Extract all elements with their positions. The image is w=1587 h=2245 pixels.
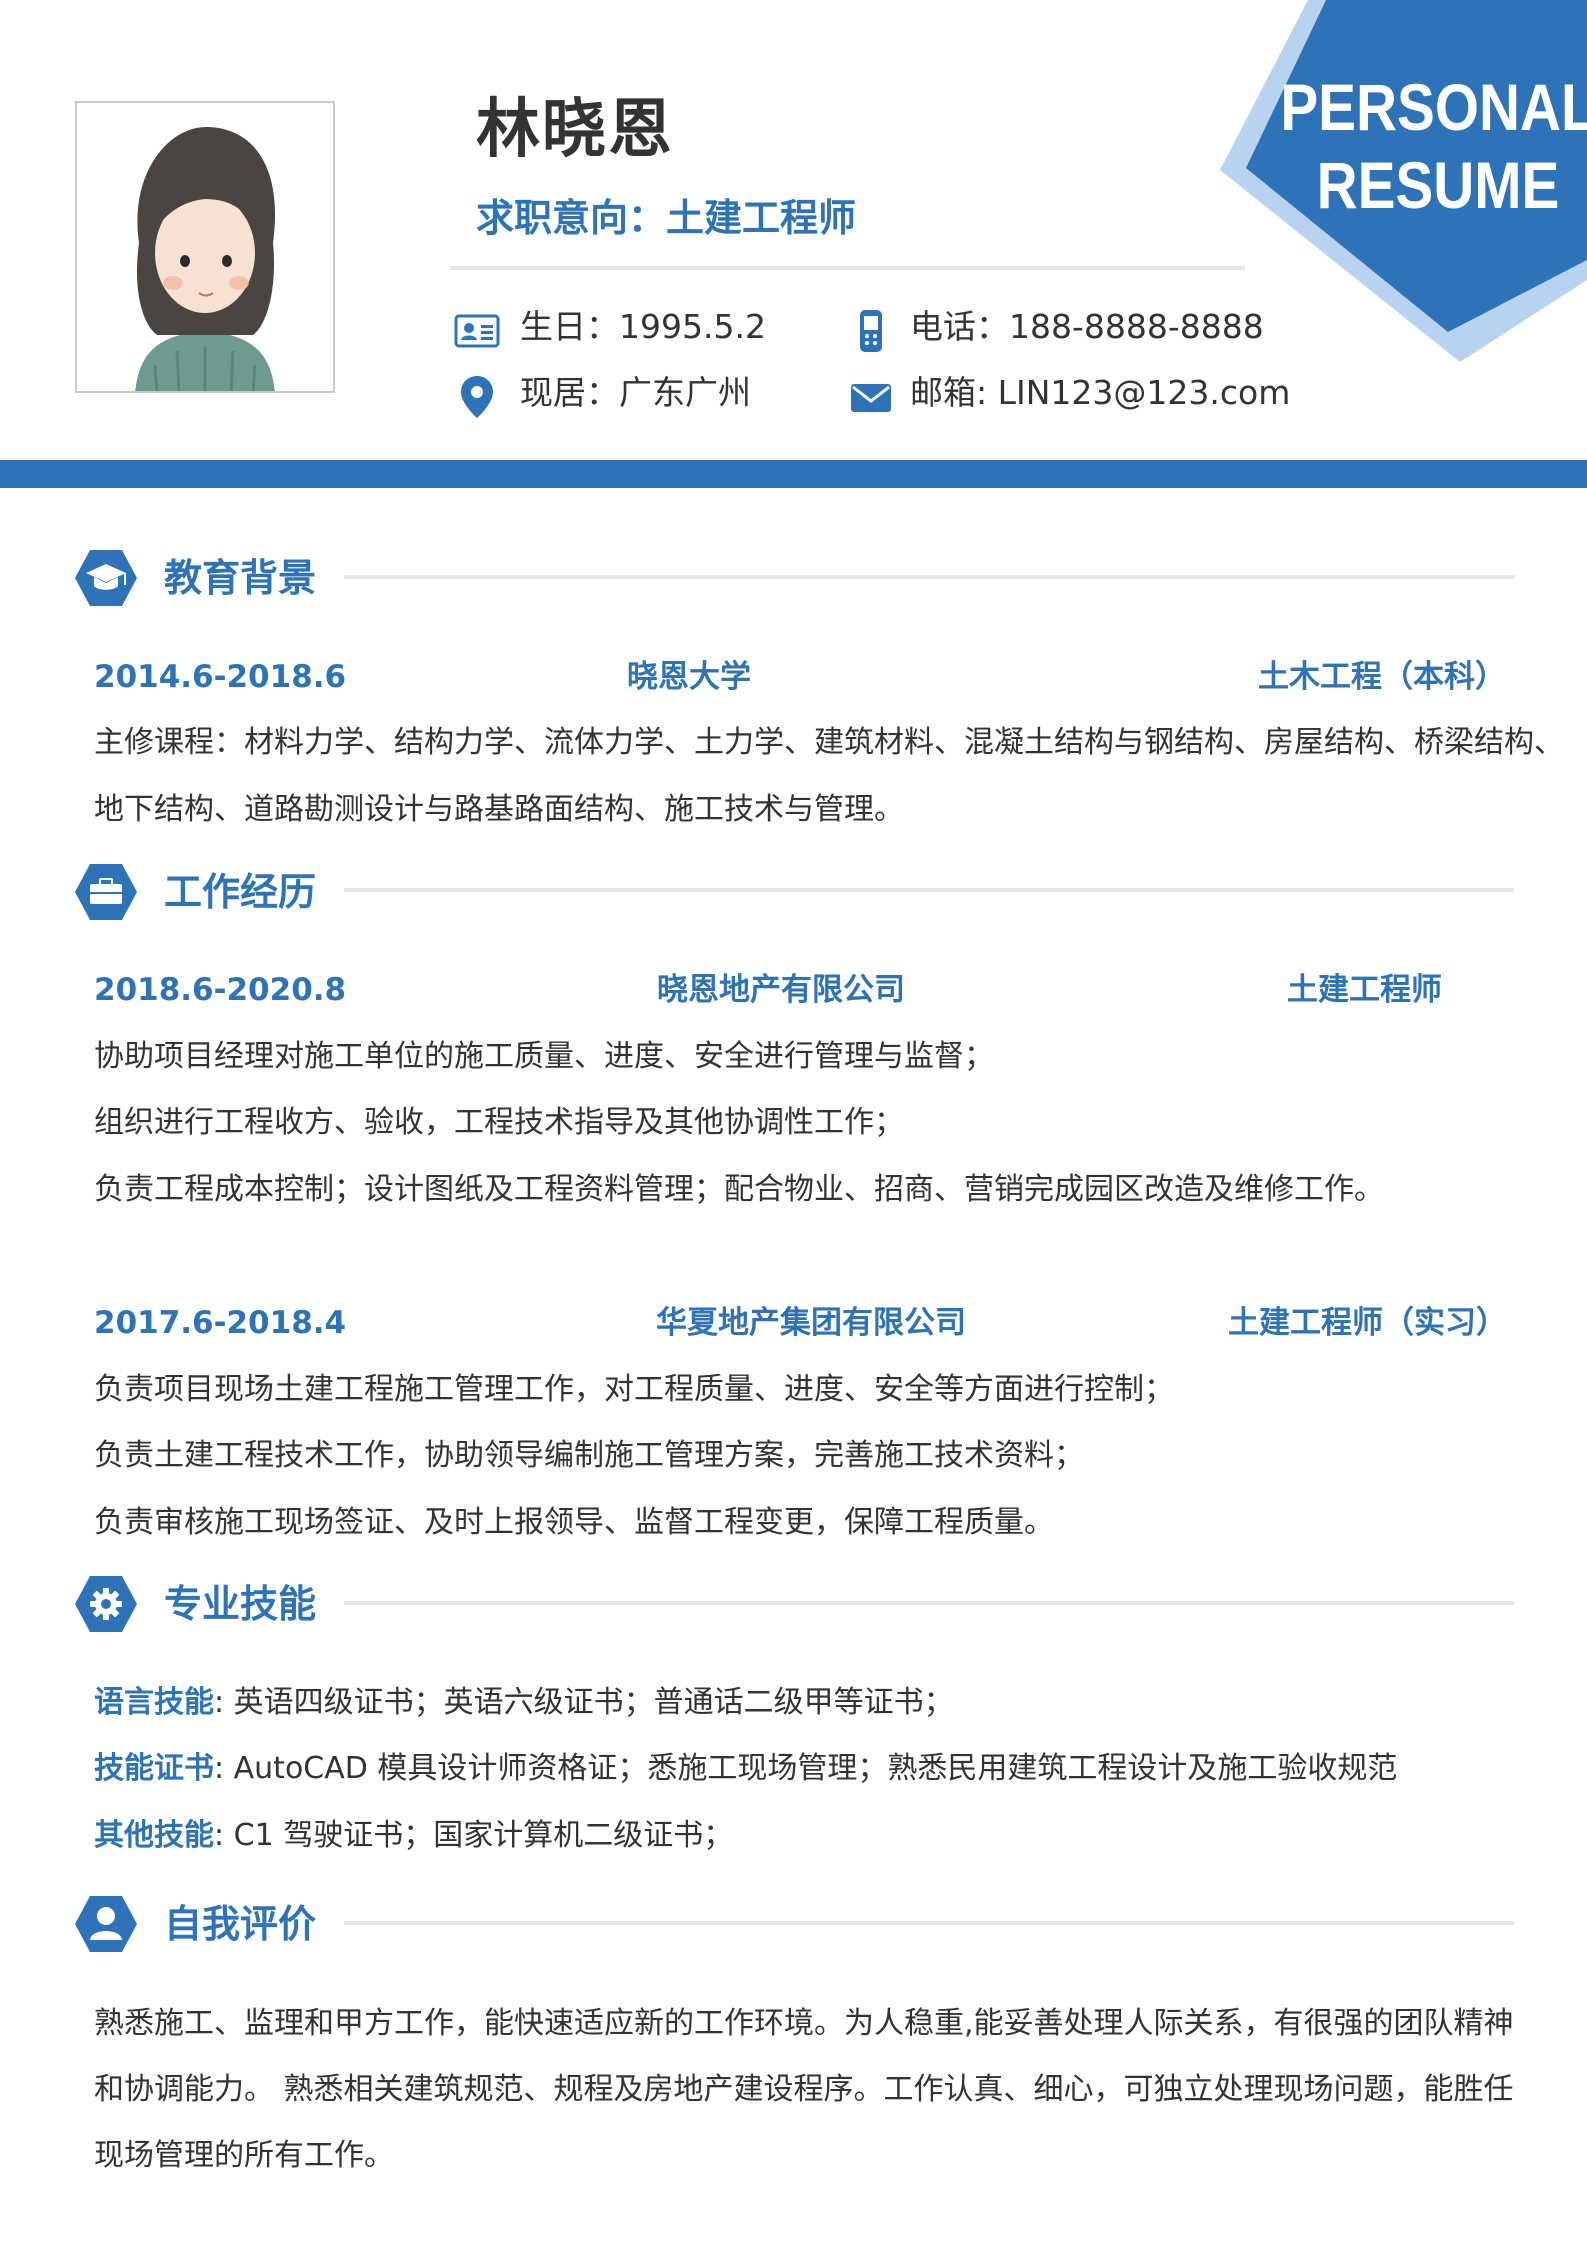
work-date: 2017.6-2018.4 bbox=[94, 1305, 347, 1341]
skill-text: C1 驾驶证书；国家计算机二级证书； bbox=[224, 1818, 734, 1853]
birthday-text: 生日：1995.5.2 bbox=[520, 307, 766, 346]
graduation-cap-icon bbox=[74, 548, 138, 608]
work-duty-line: 组织进行工程收方、验收，工程技术指导及其他协调性工作； bbox=[94, 1105, 904, 1140]
mobile-phone-icon bbox=[848, 308, 894, 354]
education-title: 教育背景 bbox=[164, 556, 317, 600]
work-date: 2018.6-2020.8 bbox=[94, 972, 347, 1008]
evaluation-title: 自我评价 bbox=[164, 1902, 317, 1946]
skill-label: 技能证书 bbox=[94, 1751, 214, 1786]
work-company: 晓恩地产有限公司 bbox=[657, 972, 905, 1008]
work-divider bbox=[344, 888, 1514, 892]
job-objective: 求职意向：土建工程师 bbox=[476, 196, 857, 240]
skill-item: 语言技能: 英语四级证书；英语六级证书；普通话二级甲等证书； bbox=[94, 1681, 954, 1725]
email-envelope-icon bbox=[848, 374, 894, 420]
header-accent-bar bbox=[0, 460, 1587, 488]
work-company: 华夏地产集团有限公司 bbox=[656, 1305, 966, 1341]
work-title: 工作经历 bbox=[164, 870, 317, 914]
location-pin-icon bbox=[454, 374, 500, 420]
skill-separator: : bbox=[214, 1685, 225, 1720]
skills-divider bbox=[344, 1601, 1514, 1605]
work-duty-line: 负责土建工程技术工作，协助领导编制施工管理方案，完善施工技术资料； bbox=[94, 1438, 1084, 1473]
education-major: 土木工程（本科） bbox=[1258, 659, 1506, 695]
id-card-icon bbox=[454, 308, 500, 354]
email-text: 邮箱: LIN123@123.com bbox=[910, 373, 1291, 412]
profile-photo bbox=[75, 101, 335, 393]
residence-text: 现居：广东广州 bbox=[520, 373, 751, 412]
education-school: 晓恩大学 bbox=[627, 659, 751, 695]
briefcase-icon bbox=[74, 862, 138, 922]
skill-separator: : bbox=[214, 1818, 225, 1853]
education-course-line: 地下结构、道路勘测设计与路基路面结构、施工技术与管理。 bbox=[94, 792, 904, 827]
work-duty-line: 负责项目现场土建工程施工管理工作，对工程质量、进度、安全等方面进行控制； bbox=[94, 1372, 1174, 1407]
work-duty-line: 负责审核施工现场签证、及时上报领导、监督工程变更，保障工程质量。 bbox=[94, 1505, 1054, 1540]
work-duty-line: 负责工程成本控制；设计图纸及工程资料管理；配合物业、招商、营销完成园区改造及维修… bbox=[94, 1172, 1384, 1207]
skill-separator: : bbox=[214, 1751, 225, 1786]
badge-line1: PERSONAL bbox=[1280, 71, 1587, 145]
evaluation-divider bbox=[344, 1921, 1514, 1925]
education-date: 2014.6-2018.6 bbox=[94, 659, 347, 695]
gear-icon bbox=[74, 1574, 138, 1634]
work-role: 土建工程师（实习） bbox=[1228, 1305, 1507, 1341]
education-divider bbox=[344, 575, 1514, 579]
phone-text: 电话：188-8888-8888 bbox=[910, 307, 1264, 346]
candidate-name: 林晓恩 bbox=[476, 93, 674, 167]
header-divider bbox=[450, 266, 1245, 270]
user-icon bbox=[74, 1894, 138, 1954]
skill-label: 其他技能 bbox=[94, 1818, 214, 1853]
personal-resume-badge: PERSONAL RESUME bbox=[1220, 0, 1587, 362]
skill-text: 英语四级证书；英语六级证书；普通话二级甲等证书； bbox=[224, 1685, 954, 1720]
work-duty-line: 协助项目经理对施工单位的施工质量、进度、安全进行管理与监督； bbox=[94, 1039, 994, 1074]
avatar-illustration bbox=[77, 103, 333, 391]
skill-item: 技能证书: AutoCAD 模具设计师资格证；悉施工现场管理；熟悉民用建筑工程设… bbox=[94, 1747, 1397, 1791]
skill-item: 其他技能: C1 驾驶证书；国家计算机二级证书； bbox=[94, 1814, 733, 1858]
skill-text: AutoCAD 模具设计师资格证；悉施工现场管理；熟悉民用建筑工程设计及施工验收… bbox=[224, 1751, 1398, 1786]
evaluation-line: 和协调能力。 熟悉相关建筑规范、规程及房地产建设程序。工作认真、细心，可独立处理… bbox=[94, 2072, 1514, 2107]
education-course-line: 主修课程：材料力学、结构力学、流体力学、土力学、建筑材料、混凝土结构与钢结构、房… bbox=[94, 725, 1564, 760]
badge-line2: RESUME bbox=[1317, 149, 1560, 223]
work-role: 土建工程师 bbox=[1287, 972, 1442, 1008]
skill-label: 语言技能 bbox=[94, 1685, 214, 1720]
evaluation-line: 现场管理的所有工作。 bbox=[94, 2138, 394, 2173]
evaluation-line: 熟悉施工、监理和甲方工作，能快速适应新的工作环境。为人稳重,能妥善处理人际关系，… bbox=[94, 2006, 1514, 2041]
skills-title: 专业技能 bbox=[164, 1582, 317, 1626]
